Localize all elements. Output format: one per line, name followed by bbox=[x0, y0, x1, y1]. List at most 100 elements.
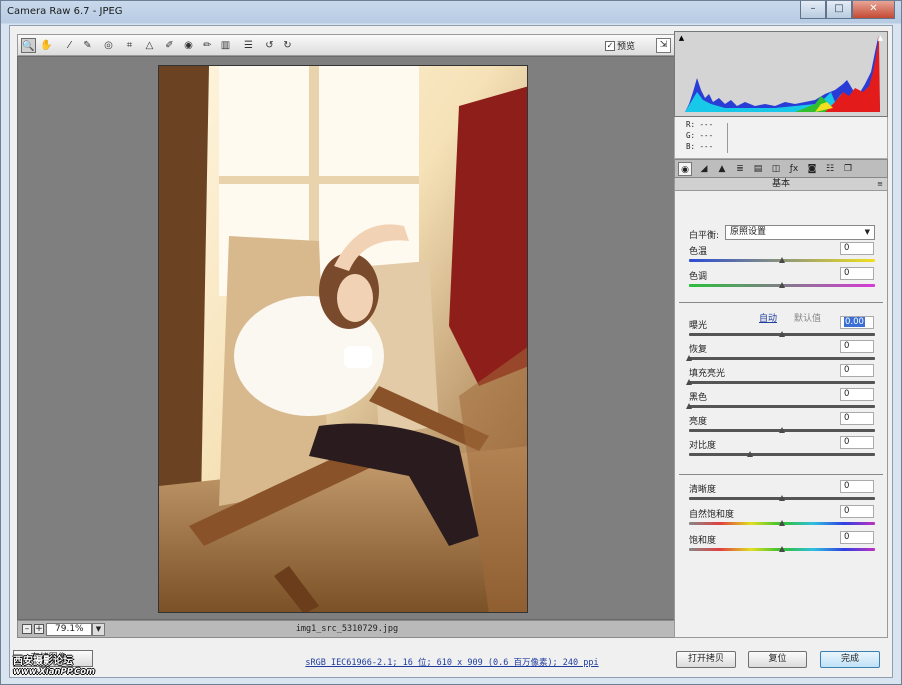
recovery-slider-thumb[interactable] bbox=[685, 355, 692, 361]
crop-icon[interactable]: ⌗ bbox=[122, 38, 137, 53]
readout-g: G: --- bbox=[686, 131, 714, 140]
divider bbox=[679, 302, 883, 303]
highlight-clip-warning-icon[interactable]: ▲ bbox=[876, 34, 885, 42]
contrast-label: 对比度 bbox=[689, 441, 717, 451]
brightness-slider-thumb[interactable] bbox=[778, 427, 785, 433]
temperature-label: 色温 bbox=[689, 247, 708, 257]
minimize-button[interactable]: – bbox=[800, 1, 826, 19]
clarity-label: 清晰度 bbox=[689, 485, 717, 495]
divider bbox=[679, 474, 883, 475]
rotate-cw-icon[interactable]: ↻ bbox=[280, 38, 295, 53]
preview-checkbox[interactable]: ✓ bbox=[605, 40, 615, 51]
window-title: Camera Raw 6.7 - JPEG bbox=[7, 6, 123, 17]
default-link[interactable]: 默认值 bbox=[794, 311, 821, 324]
recovery-value-field[interactable]: 0 bbox=[840, 340, 874, 353]
tint-label: 色调 bbox=[689, 272, 708, 282]
tab-tone-curve[interactable]: ◢ bbox=[697, 162, 711, 176]
contrast-slider[interactable] bbox=[689, 451, 875, 457]
panel-tabs: ◉ ◢ ▲ ≣ ▤ ◫ ƒx ◙ ☷ ❐ bbox=[674, 159, 888, 178]
preview-label: 预览 bbox=[617, 42, 636, 52]
fill-light-label: 填充亮光 bbox=[689, 369, 726, 379]
window-controls: – □ ✕ bbox=[800, 1, 895, 19]
panel-title: 基本 bbox=[771, 179, 790, 189]
tab-lens-corrections[interactable]: ◫ bbox=[769, 162, 783, 176]
shadow-clip-warning-icon[interactable]: ▲ bbox=[677, 34, 686, 42]
blacks-slider[interactable] bbox=[685, 403, 875, 409]
hand-icon[interactable]: ✋ bbox=[39, 38, 54, 53]
camera-raw-window: Camera Raw 6.7 - JPEG – □ ✕ 🔍 ✋ ⁄ ✎ ◎ ⌗ … bbox=[0, 0, 902, 685]
contrast-slider-thumb[interactable] bbox=[746, 451, 753, 457]
tab-effects[interactable]: ƒx bbox=[787, 162, 801, 176]
tab-split-toning[interactable]: ▤ bbox=[751, 162, 765, 176]
saturation-slider-thumb[interactable] bbox=[778, 546, 785, 552]
exposure-slider-thumb[interactable] bbox=[778, 331, 785, 337]
brightness-slider[interactable] bbox=[689, 427, 875, 433]
rotate-ccw-icon[interactable]: ↺ bbox=[262, 38, 277, 53]
spot-removal-icon[interactable]: ✐ bbox=[162, 38, 177, 53]
open-copy-button[interactable]: 打开拷贝 bbox=[676, 651, 736, 668]
dialog-client: 🔍 ✋ ⁄ ✎ ◎ ⌗ △ ✐ ◉ ✏ ▥ ☰ ↺ ↻ ✓ 预览 ⇲ – + 7… bbox=[9, 25, 893, 678]
red-eye-icon[interactable]: ◉ bbox=[181, 38, 196, 53]
clarity-value-field[interactable]: 0 bbox=[840, 480, 874, 493]
fill-light-slider[interactable] bbox=[685, 379, 875, 385]
temperature-value-field[interactable]: 0 bbox=[840, 242, 874, 255]
tab-snapshots[interactable]: ❐ bbox=[841, 162, 855, 176]
reset-button[interactable]: 复位 bbox=[748, 651, 807, 668]
clarity-slider[interactable] bbox=[689, 495, 875, 501]
recovery-label: 恢复 bbox=[689, 345, 708, 355]
tint-slider-thumb[interactable] bbox=[778, 282, 785, 288]
basic-panel: 白平衡: 原照设置 ▼ 色温 0 色调 0 曝光 0.00 恢复 0 填充亮光 0 黑色 0 亮度 0 对比… bbox=[674, 191, 888, 638]
white-balance-icon[interactable]: ⁄ bbox=[62, 38, 77, 53]
done-button[interactable]: 完成 bbox=[820, 651, 880, 668]
vibrance-slider[interactable] bbox=[689, 520, 875, 526]
tint-value-field[interactable]: 0 bbox=[840, 267, 874, 280]
histogram: ▲ ▲ bbox=[674, 31, 888, 117]
fill-light-slider-thumb[interactable] bbox=[685, 379, 692, 385]
fill-light-value-field[interactable]: 0 bbox=[840, 364, 874, 377]
panel-header: 基本 ≡ bbox=[674, 178, 888, 191]
vibrance-value-field[interactable]: 0 bbox=[840, 505, 874, 518]
tab-basic[interactable]: ◉ bbox=[678, 162, 692, 176]
zoom-icon[interactable]: 🔍 bbox=[21, 38, 36, 53]
tab-camera-calibration[interactable]: ◙ bbox=[805, 162, 819, 176]
saturation-value-field[interactable]: 0 bbox=[840, 531, 874, 544]
temperature-slider-thumb[interactable] bbox=[778, 257, 785, 263]
adjustment-brush-icon[interactable]: ✏ bbox=[200, 38, 215, 53]
histogram-graph bbox=[685, 36, 880, 112]
white-balance-label: 白平衡: bbox=[689, 231, 720, 241]
tab-presets[interactable]: ☷ bbox=[823, 162, 837, 176]
graduated-filter-icon[interactable]: ▥ bbox=[218, 38, 233, 53]
readout-divider bbox=[727, 123, 728, 153]
temperature-slider[interactable] bbox=[689, 257, 875, 263]
panel-menu-icon[interactable]: ≡ bbox=[877, 178, 883, 190]
vibrance-slider-thumb[interactable] bbox=[778, 520, 785, 526]
image-canvas[interactable] bbox=[17, 56, 675, 620]
saturation-slider[interactable] bbox=[689, 546, 875, 552]
preview-toggle[interactable]: ✓ 预览 bbox=[605, 39, 635, 52]
straighten-icon[interactable]: △ bbox=[142, 38, 157, 53]
clarity-slider-thumb[interactable] bbox=[778, 495, 785, 501]
exposure-value-text: 0.00 bbox=[844, 317, 865, 327]
tint-slider[interactable] bbox=[689, 282, 875, 288]
blacks-value-field[interactable]: 0 bbox=[840, 388, 874, 401]
exposure-value-field[interactable]: 0.00 bbox=[840, 316, 874, 329]
exposure-slider[interactable] bbox=[689, 331, 875, 337]
maximize-button[interactable]: □ bbox=[826, 1, 852, 19]
brightness-value-field[interactable]: 0 bbox=[840, 412, 874, 425]
auto-link[interactable]: 自动 bbox=[759, 311, 777, 324]
tab-hsl[interactable]: ≣ bbox=[733, 162, 747, 176]
blacks-slider-thumb[interactable] bbox=[685, 403, 692, 409]
file-name: img1_src_5310729.jpg bbox=[295, 624, 399, 634]
chevron-down-icon: ▼ bbox=[864, 228, 870, 236]
preferences-icon[interactable]: ☰ bbox=[241, 38, 256, 53]
contrast-value-field[interactable]: 0 bbox=[840, 436, 874, 449]
close-button[interactable]: ✕ bbox=[852, 1, 895, 19]
white-balance-select[interactable]: 原照设置 ▼ bbox=[725, 225, 875, 240]
tab-detail[interactable]: ▲ bbox=[715, 162, 729, 176]
exposure-label: 曝光 bbox=[689, 321, 708, 331]
fullscreen-icon[interactable]: ⇲ bbox=[656, 38, 671, 53]
target-adjust-icon[interactable]: ◎ bbox=[101, 38, 116, 53]
color-sampler-icon[interactable]: ✎ bbox=[80, 38, 95, 53]
readout-r: R: --- bbox=[686, 120, 714, 129]
recovery-slider[interactable] bbox=[685, 355, 875, 361]
